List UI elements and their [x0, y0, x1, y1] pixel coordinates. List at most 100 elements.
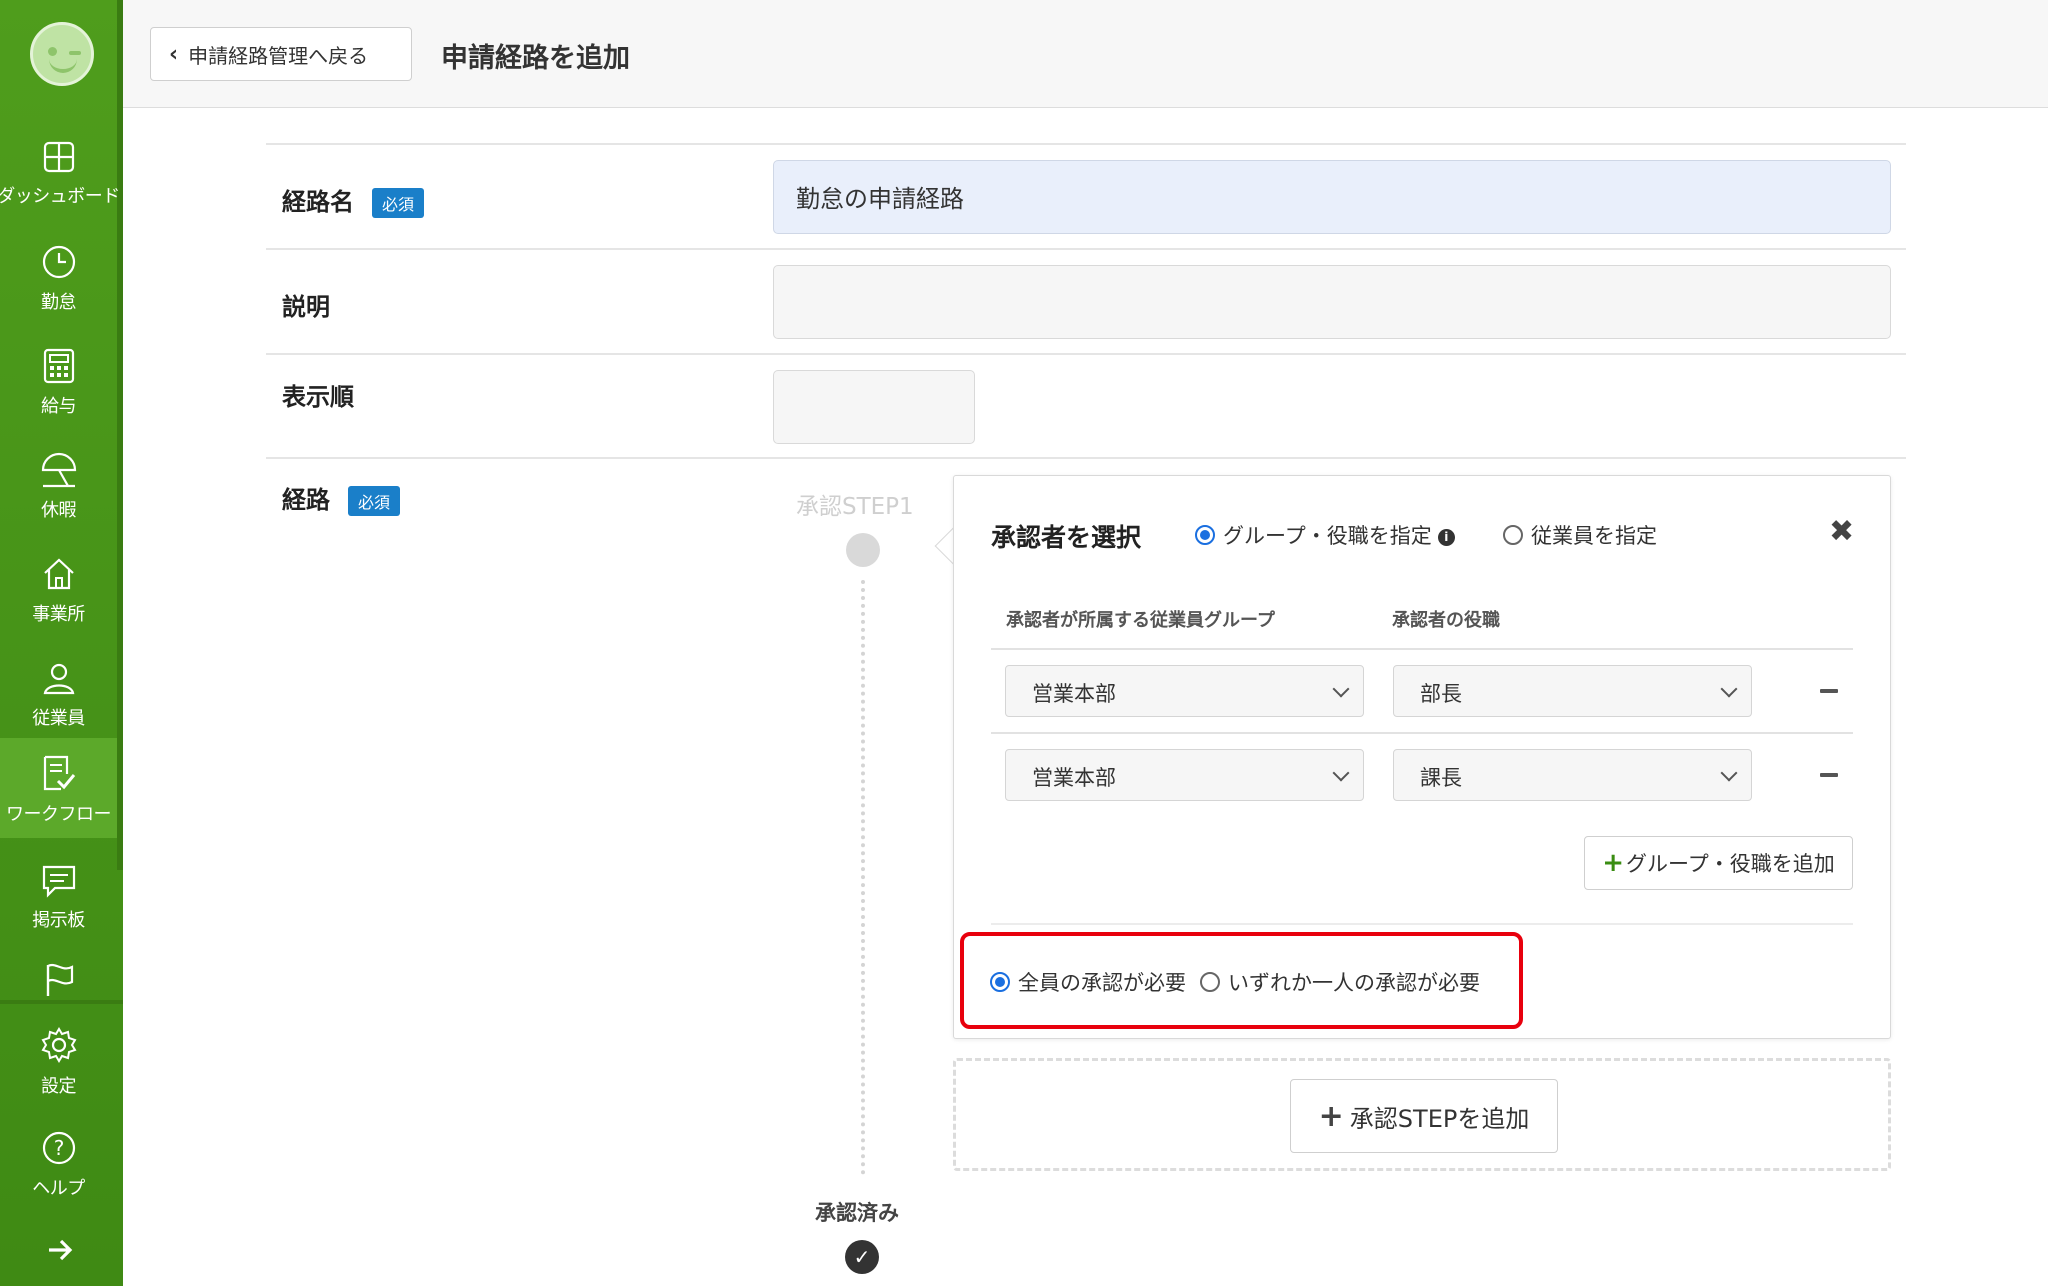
approval-all-label: 全員の承認が必要	[1018, 971, 1186, 995]
role-select[interactable]: 課長	[1393, 749, 1752, 801]
sidebar-item-attendance[interactable]: 勤怠	[0, 228, 117, 328]
flag-icon[interactable]	[44, 962, 76, 1002]
description-label: 説明	[282, 293, 330, 321]
sidebar-item-leave[interactable]: 休暇	[0, 436, 117, 536]
info-icon[interactable]: i	[1437, 528, 1455, 546]
approval-all-option[interactable]: 全員の承認が必要	[990, 967, 1186, 997]
add-step-area: + 承認STEPを追加	[953, 1058, 1891, 1171]
sidebar-item-settings[interactable]: 設定	[0, 1010, 117, 1110]
route-line	[861, 580, 865, 1175]
group-select-value: 営業本部	[1032, 682, 1116, 706]
page-header: ‹ 申請経路管理へ戻る 申請経路を追加	[123, 0, 2048, 108]
person-icon	[43, 663, 74, 695]
sidebar-item-label: 勤怠	[41, 292, 77, 313]
approved-label: 承認済み	[815, 1201, 899, 1225]
sidebar-item-help[interactable]: ? ヘルプ	[0, 1114, 117, 1214]
check-circle-icon: ✓	[845, 1240, 879, 1274]
sidebar-item-label: 掲示板	[32, 910, 85, 931]
role-select[interactable]: 部長	[1393, 665, 1752, 717]
clock-icon	[42, 245, 75, 279]
route-name-label: 経路名 必須	[282, 182, 425, 218]
display-order-label: 表示順	[282, 383, 354, 411]
plus-icon: +	[1602, 848, 1625, 878]
chevron-down-icon	[1332, 764, 1350, 782]
radio-icon	[990, 972, 1010, 992]
chevron-down-icon	[1720, 764, 1738, 782]
approver-panel: 承認者を選択 グループ・役職を指定 i 従業員を指定 ✖ 承認者が所属する従業員グ…	[953, 475, 1891, 1039]
add-group-role-label: グループ・役職を追加	[1626, 852, 1835, 876]
panel-divider	[991, 923, 1853, 925]
back-button-label: 申請経路管理へ戻る	[188, 43, 369, 68]
svg-text:?: ?	[53, 1136, 64, 1160]
sidebar-item-label: 設定	[41, 1076, 77, 1097]
step-dot	[846, 533, 880, 567]
option-employee[interactable]: 従業員を指定	[1503, 520, 1657, 550]
role-select-value: 部長	[1420, 682, 1462, 706]
role-select-value: 課長	[1420, 766, 1462, 790]
divider	[266, 248, 1906, 250]
display-order-input[interactable]	[773, 370, 975, 444]
sidebar-item-employees[interactable]: 従業員	[0, 644, 117, 744]
group-select-value: 営業本部	[1032, 766, 1116, 790]
sidebar-item-label: 給与	[41, 396, 77, 417]
route-name-label-text: 経路名	[282, 188, 354, 216]
route-label-text: 経路	[282, 486, 330, 514]
required-badge: 必須	[348, 486, 401, 516]
close-icon[interactable]: ✖	[1829, 514, 1854, 549]
remove-row-button[interactable]	[1820, 689, 1838, 693]
add-step-label: 承認STEPを追加	[1349, 1104, 1530, 1133]
remove-row-button[interactable]	[1820, 773, 1838, 777]
sidebar-item-label: ダッシュボード	[0, 186, 120, 207]
workflow-icon	[43, 755, 75, 791]
divider	[266, 457, 1906, 459]
option-group-role[interactable]: グループ・役職を指定 i	[1195, 520, 1455, 550]
radio-icon	[1195, 525, 1215, 545]
calculator-icon	[43, 348, 74, 384]
add-group-role-button[interactable]: + グループ・役職を追加	[1584, 836, 1853, 890]
sidebar-item-label: 事業所	[32, 604, 85, 625]
sidebar-item-board[interactable]: 掲示板	[0, 848, 117, 948]
approval-any-label: いずれか一人の承認が必要	[1228, 971, 1480, 995]
sidebar-item-office[interactable]: 事業所	[0, 540, 117, 640]
description-input[interactable]	[773, 265, 1891, 339]
step-label: 承認STEP1	[796, 494, 914, 520]
umbrella-icon	[41, 452, 76, 488]
column-header-group: 承認者が所属する従業員グループ	[1006, 610, 1275, 631]
sidebar-item-label: 休暇	[41, 500, 77, 521]
divider	[266, 353, 1906, 355]
sidebar-item-workflow[interactable]: ワークフロー	[0, 738, 117, 838]
radio-icon	[1200, 972, 1220, 992]
add-step-button[interactable]: + 承認STEPを追加	[1290, 1079, 1558, 1153]
sidebar-divider	[0, 1000, 123, 1004]
sidebar-item-payroll[interactable]: 給与	[0, 332, 117, 432]
sidebar-item-label: 従業員	[32, 708, 85, 729]
page-title: 申請経路を追加	[441, 43, 630, 74]
chevron-left-icon: ‹	[169, 41, 179, 67]
help-icon: ?	[42, 1131, 75, 1165]
chevron-down-icon	[1332, 680, 1350, 698]
divider	[266, 143, 1906, 145]
route-name-input[interactable]: 勤怠の申請経路	[773, 160, 1891, 234]
plus-icon: +	[1318, 1098, 1344, 1134]
required-badge: 必須	[372, 188, 425, 218]
table-divider	[991, 648, 1853, 650]
back-button[interactable]: ‹ 申請経路管理へ戻る	[150, 27, 412, 81]
app-logo[interactable]	[30, 22, 94, 86]
approver-panel-title: 承認者を選択	[991, 523, 1142, 552]
sidebar-item-dashboard[interactable]: ダッシュボード	[0, 124, 120, 224]
sidebar-scrollbar[interactable]	[117, 0, 123, 870]
home-icon	[43, 558, 74, 590]
approval-any-option[interactable]: いずれか一人の承認が必要	[1200, 967, 1480, 997]
route-label: 経路 必須	[282, 480, 401, 516]
arrow-right-icon[interactable]	[46, 1236, 76, 1268]
sidebar-item-label: ワークフロー	[6, 804, 112, 825]
column-header-role: 承認者の役職	[1392, 610, 1500, 631]
option-employee-label: 従業員を指定	[1531, 524, 1657, 548]
dashboard-icon	[43, 141, 74, 173]
gear-icon	[41, 1027, 76, 1063]
option-group-role-label: グループ・役職を指定	[1223, 524, 1432, 548]
group-select[interactable]: 営業本部	[1005, 749, 1364, 801]
group-select[interactable]: 営業本部	[1005, 665, 1364, 717]
sidebar-item-label: ヘルプ	[32, 1178, 85, 1199]
sidebar: ダッシュボード 勤怠 給与 休暇 事業所 従業員 ワークフロー 掲示板 設定 ?…	[0, 0, 123, 1286]
